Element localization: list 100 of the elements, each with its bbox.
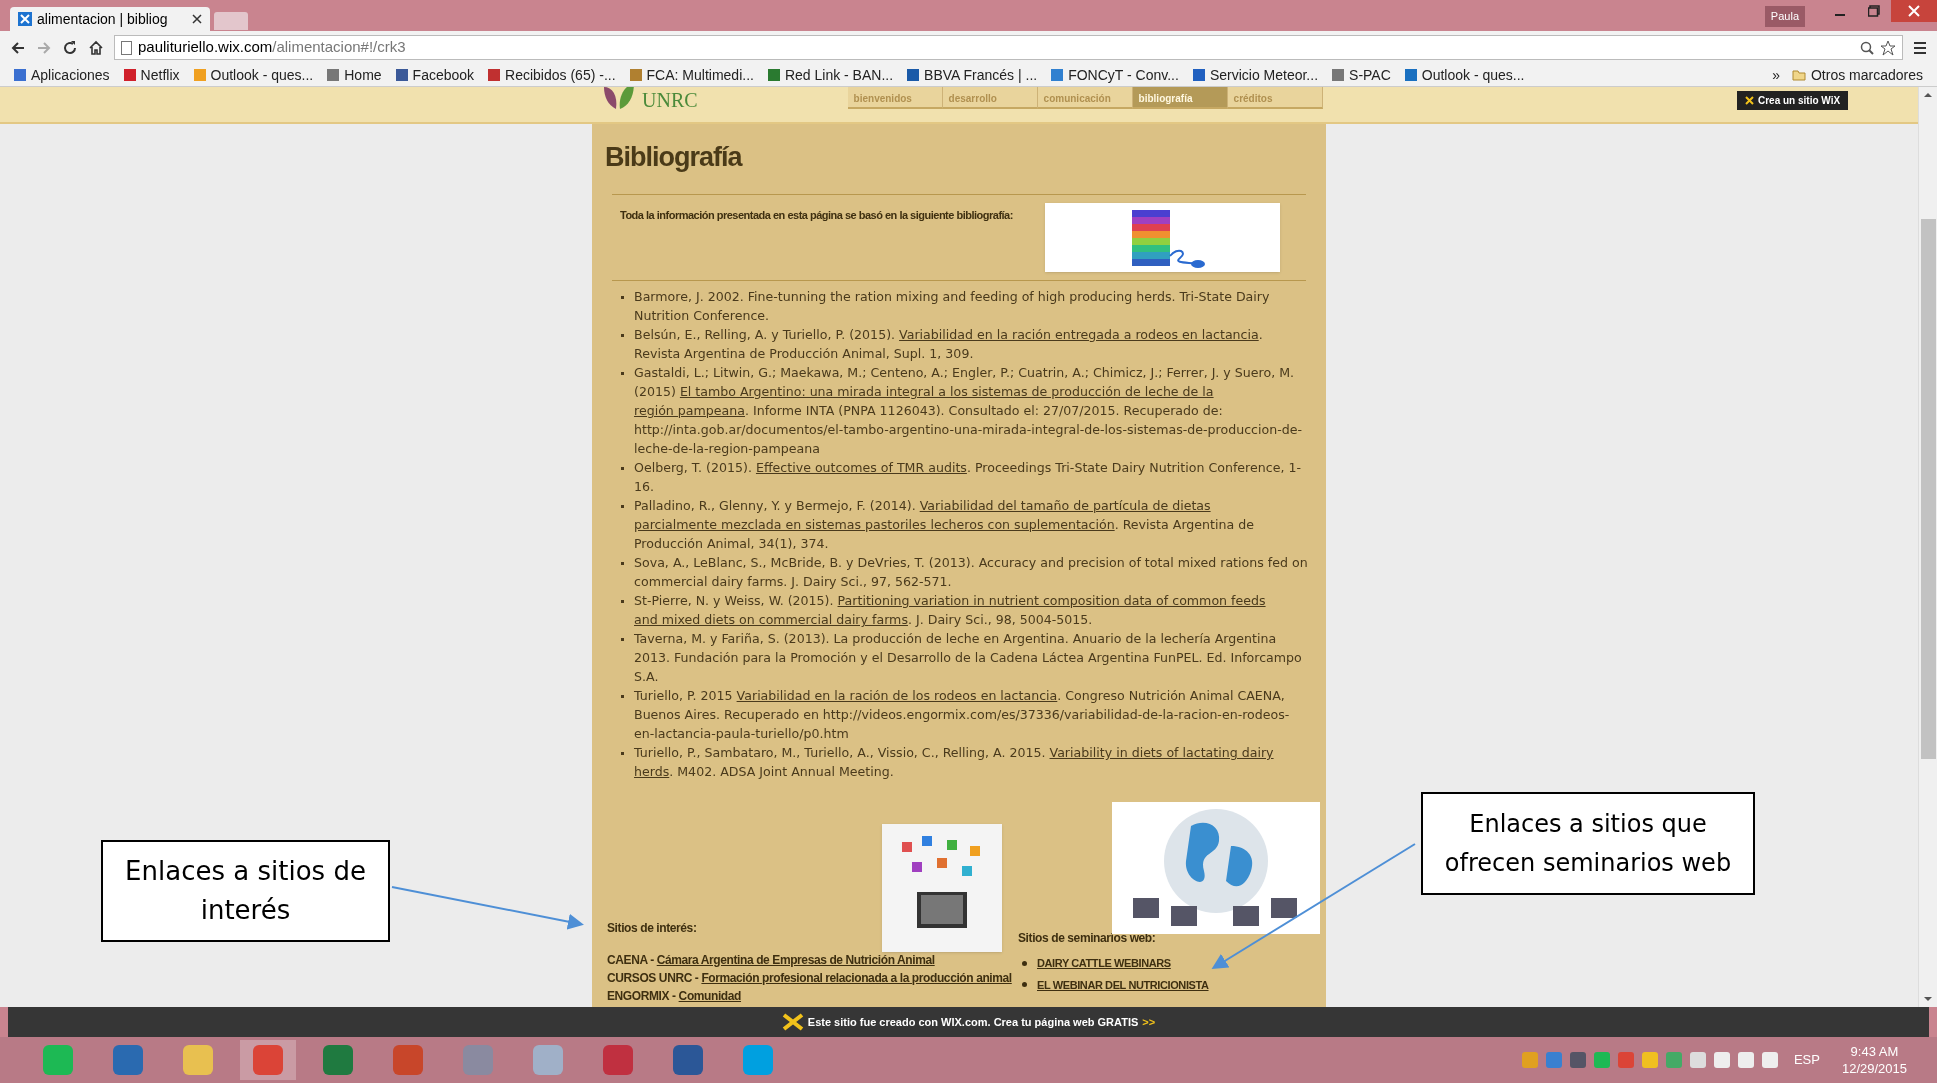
close-icon <box>1908 5 1920 17</box>
site-link[interactable]: Formación profesional relacionada a la producción animal <box>701 971 1012 985</box>
more-bookmarks-button[interactable]: » <box>1772 64 1780 86</box>
favicon-icon <box>1332 69 1345 81</box>
annotation-callout: Enlaces a sitios que ofrecen seminarios web <box>1421 792 1755 895</box>
tray-icon[interactable] <box>1617 1052 1634 1068</box>
tray-icon[interactable] <box>1545 1052 1562 1068</box>
reference-link[interactable]: parcialmente mezclada en sistemas pastoriles lecheros con suplementación <box>634 517 1115 532</box>
bullet-icon <box>621 334 624 337</box>
bullet-icon <box>621 638 624 641</box>
minimize-icon <box>1835 14 1845 16</box>
tray-icon[interactable] <box>1569 1052 1586 1068</box>
scrollbar-thumb[interactable] <box>1920 219 1936 759</box>
restore-icon <box>1868 5 1880 17</box>
annotation-callout: Enlaces a sitios de interés <box>101 840 390 942</box>
reference-link[interactable]: región pampeana <box>634 403 745 418</box>
logo-text: UNRC <box>642 90 698 110</box>
bookmark-link[interactable]: Outlook - ques... <box>193 64 314 86</box>
taskbar-app-icon[interactable] <box>240 1040 296 1080</box>
reload-icon[interactable] <box>62 39 78 56</box>
bookmark-link[interactable]: BBVA Francés | ... <box>907 64 1038 86</box>
browser-tab[interactable]: alimentacion | bibliog <box>10 7 210 31</box>
site-link[interactable]: Cámara Argentina de Empresas de Nutrición Animal <box>656 953 935 967</box>
home-icon[interactable] <box>88 39 104 56</box>
url-path: /alimentacion#!/crk3 <box>272 38 406 56</box>
bookmark-link[interactable]: Red Link - BAN... <box>767 64 894 86</box>
reference-link[interactable]: and mixed diets on commercial dairy farms <box>634 612 908 627</box>
menu-icon[interactable] <box>1913 40 1927 55</box>
reference-link[interactable]: Variability in diets of lactating dairy <box>1049 745 1274 760</box>
reference-entry: St-Pierre, N. y Weiss, W. (2015). Partitioning variation in nutrient composition data of common feeds and mixed diets on commercial dairy farms. J. Dairy Sci., 98, 5004-5015. <box>634 592 1267 629</box>
bullet-icon <box>621 562 624 565</box>
webinar-link[interactable]: EL WEBINAR DEL NUTRICIONISTA <box>1037 976 1209 993</box>
site-link[interactable]: Comunidad <box>678 989 741 1003</box>
bookmark-link[interactable]: Recibidos (65) -... <box>488 64 616 86</box>
bookmark-link[interactable]: Servicio Meteor... <box>1192 64 1319 86</box>
bookmark-link[interactable]: Aplicaciones <box>14 64 110 86</box>
wix-banner[interactable]: Este sitio fue creado con WIX.com. Crea tu página web GRATIS >> <box>8 1007 1929 1037</box>
close-icon[interactable] <box>192 14 202 24</box>
reference-link[interactable]: El tambo Argentino: una mirada integral a los sistemas de producción de leche de la <box>679 384 1214 399</box>
bullet-icon <box>1022 960 1027 966</box>
bookmark-link[interactable]: Facebook <box>395 64 475 86</box>
scroll-up-icon[interactable] <box>1924 91 1932 99</box>
tray-icon[interactable] <box>1641 1052 1658 1068</box>
bookmark-link[interactable]: Netflix <box>123 64 180 86</box>
tray-icon[interactable] <box>1665 1052 1682 1068</box>
url-host: paulituriello.wix.com <box>138 38 273 56</box>
page-title: Bibliografía <box>605 142 744 172</box>
favicon-icon <box>1192 69 1205 81</box>
bullet-icon <box>621 372 624 375</box>
site-name: CURSOS UNRC - <box>607 971 700 985</box>
close-button[interactable] <box>1891 0 1937 22</box>
favicon-icon <box>488 69 501 81</box>
favicon-icon <box>395 69 408 81</box>
bullet-icon <box>621 296 624 299</box>
bullet-icon <box>621 600 624 603</box>
folder-icon <box>1791 69 1806 81</box>
favicon-icon <box>327 69 340 81</box>
reference-link[interactable]: Effective outcomes of TMR audits <box>755 460 967 475</box>
favicon-icon <box>629 69 642 81</box>
wix-favicon-icon <box>18 12 32 26</box>
bookmark-link[interactable]: Home <box>327 64 382 86</box>
bookmark-link[interactable]: Outlook - ques... <box>1404 64 1525 86</box>
favicon-icon <box>123 69 136 81</box>
favicon-icon <box>14 69 26 81</box>
crea-wix-badge[interactable]: Crea un sitio WiX <box>1737 91 1849 110</box>
tray-icon[interactable] <box>1593 1052 1610 1068</box>
address-field[interactable]: paulituriello.wix.com/alimentacion#!/crk3 <box>114 35 1903 60</box>
reference-link[interactable]: Variabilidad en la ración de los rodeos en lactancia <box>736 688 1058 703</box>
reference-entry: Taverna, M. y Fariña, S. (2013). La producción de leche en Argentina. Anuario de la lechería Argentina 2013. Fundación para la Promoción y el Desarrollo de la Cadena Láctea Argentina FunPEL. Ed. Inforcampo S.A. <box>634 630 1303 686</box>
reference-entry: Gastaldi, L.; Litwin, G.; Maekawa, M.; Centeno, A.; Engler, P.; Cuatrin, A.; Chimicz, J.; Ferrer, J. y Suero, M. (2015) El tambo Argentino: una mirada integral a los sistemas de producción de leche de la región pampeana. Informe INTA (PNPA 1126043). Consultado el: 27/07/2015. Recuperado de: http://inta.gob.ar/documentos/el-tambo-argentino-una-mirada-integral-de-los-sistemas-de-produccion-de-leche-de-la-region-pampeana <box>634 364 1304 458</box>
bookmark-link[interactable]: FCA: Multimedi... <box>629 64 754 86</box>
tray-icon[interactable] <box>1713 1052 1730 1068</box>
favicon-icon <box>1051 69 1064 81</box>
forward-icon[interactable] <box>36 39 52 56</box>
back-icon[interactable] <box>10 39 26 56</box>
other-bookmarks-folder[interactable]: Otros marcadores <box>1791 64 1923 86</box>
webinar-link[interactable]: DAIRY CATTLE WEBINARS <box>1037 955 1171 972</box>
reference-link[interactable]: Variabilidad en la ración entregada a rodeos en lactancia <box>899 327 1259 342</box>
bullet-icon <box>621 467 624 470</box>
bookmark-link[interactable]: FONCyT - Conv... <box>1051 64 1179 86</box>
favicon-icon <box>907 69 920 81</box>
reference-entry: Sova, A., LeBlanc, S., McBride, B. y DeVries, T. (2013). Accuracy and precision of total mixed rations fed on commercial dairy farms. J. Dairy Sci., 97, 562-571. <box>634 554 1309 591</box>
tray-icon[interactable] <box>1737 1052 1754 1068</box>
profile-badge[interactable]: Paula <box>1764 6 1805 27</box>
scroll-down-icon[interactable] <box>1924 995 1932 1003</box>
section-heading: Sitios de interés: <box>607 920 698 937</box>
favicon-icon <box>193 69 206 81</box>
reference-link[interactable]: Partitioning variation in nutrient composition data of common feeds <box>837 593 1266 608</box>
tray-icon[interactable] <box>1521 1052 1538 1068</box>
page-icon <box>121 40 132 55</box>
bookmark-link[interactable]: S-PAC <box>1332 64 1391 86</box>
star-icon[interactable] <box>1880 39 1896 56</box>
leaf-logo-icon <box>602 87 636 111</box>
search-icon[interactable] <box>1860 40 1874 55</box>
reference-entry: Palladino, R., Glenny, Y. y Bermejo, F. (2014). Variabilidad del tamaño de partícula de dietas parcialmente mezclada en sistemas pastoriles lecheros con suplementación. Revista Argentina de Producción Animal, 34(1), 374. <box>634 497 1255 553</box>
tray-icon[interactable] <box>1689 1052 1706 1068</box>
reference-link[interactable]: Variabilidad del tamaño de partícula de dietas <box>919 498 1211 513</box>
tray-icon[interactable] <box>1761 1052 1778 1068</box>
scrollbar[interactable] <box>1918 87 1937 1007</box>
reference-entry: Barmore, J. 2002. Fine-tunning the ration mixing and feeding of high producing herds. Tri-State Dairy Nutrition Conference. <box>634 288 1271 325</box>
